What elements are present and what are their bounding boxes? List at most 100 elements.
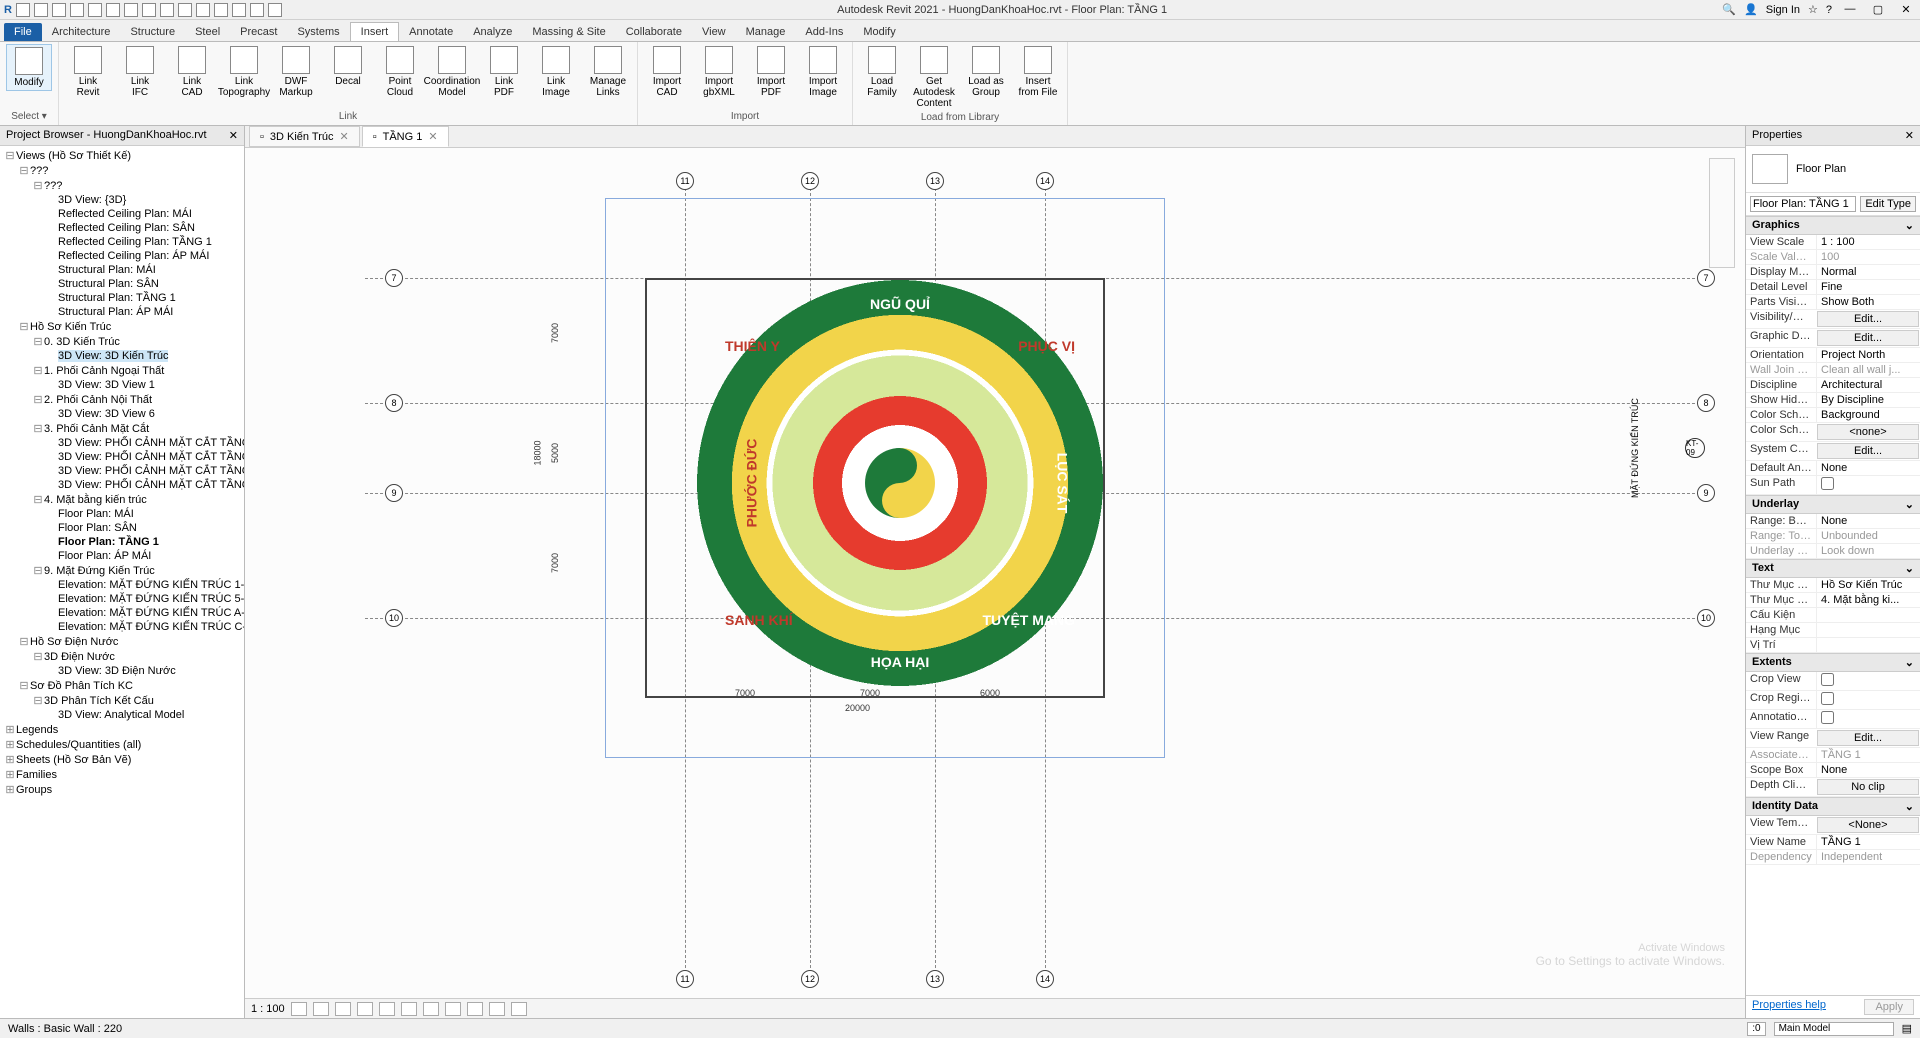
visual-style-icon[interactable]: [313, 1002, 329, 1016]
grid-bubble[interactable]: 11: [676, 970, 694, 988]
tree-node[interactable]: Floor Plan: ÁP MÁI: [0, 549, 244, 563]
close-icon[interactable]: ✕: [229, 129, 238, 142]
close-button[interactable]: ✕: [1896, 3, 1916, 17]
dimension-text[interactable]: 7000: [860, 688, 880, 698]
tree-twist-icon[interactable]: ⊟: [32, 179, 44, 192]
open-icon[interactable]: [16, 3, 30, 17]
ribbon-button-load-as-group[interactable]: Load asGroup: [963, 44, 1009, 100]
tree-node[interactable]: 3D View: PHỐI CẢNH MẶT CẮT TẦNG-: [0, 478, 244, 492]
tree-node[interactable]: ⊞Sheets (Hồ Sơ Bản Vẽ): [0, 752, 244, 767]
property-group-header[interactable]: Graphics⌄: [1746, 216, 1920, 235]
ribbon-button-coordination-model[interactable]: CoordinationModel: [429, 44, 475, 100]
shadows-icon[interactable]: [357, 1002, 373, 1016]
tree-node[interactable]: ⊟4. Mặt bằng kiến trúc: [0, 492, 244, 507]
property-value[interactable]: Hồ Sơ Kiến Trúc: [1816, 578, 1920, 592]
ribbon-tab-systems[interactable]: Systems: [287, 23, 349, 41]
dimension-text[interactable]: 7000: [550, 323, 560, 343]
tree-node[interactable]: ⊟Hồ Sơ Kiến Trúc: [0, 319, 244, 334]
property-edit-button[interactable]: <None>: [1817, 817, 1919, 833]
ribbon-tab-steel[interactable]: Steel: [185, 23, 230, 41]
grid-bubble[interactable]: 14: [1036, 172, 1054, 190]
view-scale-button[interactable]: 1 : 100: [251, 1003, 285, 1015]
ribbon-tab-file[interactable]: File: [4, 23, 42, 41]
instance-selector[interactable]: Floor Plan: TẦNG 1: [1750, 196, 1856, 212]
tree-node[interactable]: 3D View: 3D Điện Nước: [0, 664, 244, 678]
tree-twist-icon[interactable]: ⊟: [18, 679, 30, 692]
dimension-text[interactable]: 20000: [845, 703, 870, 713]
tree-twist-icon[interactable]: ⊟: [32, 493, 44, 506]
ribbon-tab-insert[interactable]: Insert: [350, 22, 400, 41]
design-options[interactable]: Main Model: [1774, 1022, 1894, 1036]
property-value[interactable]: [1816, 476, 1920, 494]
tree-twist-icon[interactable]: ⊟: [18, 320, 30, 333]
property-edit-button[interactable]: Edit...: [1817, 311, 1919, 327]
property-value[interactable]: Project North: [1816, 348, 1920, 362]
navigation-bar[interactable]: [1709, 158, 1735, 268]
thin-lines-icon[interactable]: [232, 3, 246, 17]
grid-bubble[interactable]: 8: [1697, 394, 1715, 412]
grid-bubble[interactable]: 11: [676, 172, 694, 190]
tree-node[interactable]: ⊟Hồ Sơ Điện Nước: [0, 634, 244, 649]
property-value[interactable]: By Discipline: [1816, 393, 1920, 407]
tree-node[interactable]: 3D View: PHỐI CẢNH MẶT CẮT TẦNG 3: [0, 464, 244, 478]
close-icon[interactable]: ✕: [1905, 129, 1914, 142]
ribbon-button-load-family[interactable]: LoadFamily: [859, 44, 905, 100]
tree-twist-icon[interactable]: ⊟: [32, 422, 44, 435]
dimension-text[interactable]: 18000: [533, 440, 543, 465]
text-icon[interactable]: [178, 3, 192, 17]
reveal-hidden-icon[interactable]: [489, 1002, 505, 1016]
tree-node[interactable]: ⊟???: [0, 163, 244, 178]
tree-node[interactable]: 3D View: PHỐI CẢNH MẶT CẮT TẦNG: [0, 436, 244, 450]
ribbon-button-decal[interactable]: Decal: [325, 44, 371, 89]
grid-bubble[interactable]: 9: [1697, 484, 1715, 502]
property-value[interactable]: Architectural: [1816, 378, 1920, 392]
property-value[interactable]: [1816, 691, 1920, 709]
ribbon-button-point-cloud[interactable]: PointCloud: [377, 44, 423, 100]
property-value[interactable]: TẦNG 1: [1816, 748, 1920, 762]
property-checkbox[interactable]: [1821, 711, 1834, 724]
dimension-text[interactable]: 7000: [550, 553, 560, 573]
property-value[interactable]: [1816, 623, 1920, 637]
tree-node[interactable]: Elevation: MẶT ĐỨNG KIẾN TRÚC 1-5: [0, 578, 244, 592]
ribbon-button-link-pdf[interactable]: LinkPDF: [481, 44, 527, 100]
ribbon-tab-collaborate[interactable]: Collaborate: [616, 23, 692, 41]
ribbon-tab-modify[interactable]: Modify: [853, 23, 905, 41]
dimension-text[interactable]: 5000: [550, 443, 560, 463]
tree-twist-icon[interactable]: ⊞: [4, 738, 16, 751]
ribbon-tab-view[interactable]: View: [692, 23, 736, 41]
view-tab[interactable]: ▫3D Kiến Trúc✕: [249, 126, 360, 147]
tree-node[interactable]: 3D View: Analytical Model: [0, 708, 244, 722]
tree-node[interactable]: Elevation: MẶT ĐỨNG KIẾN TRÚC 5-1: [0, 592, 244, 606]
grid-bubble[interactable]: 10: [385, 609, 403, 627]
tree-node[interactable]: 3D View: PHỐI CẢNH MẶT CẮT TẦNG 2: [0, 450, 244, 464]
apply-button[interactable]: Apply: [1864, 999, 1914, 1015]
tree-node[interactable]: ⊞Groups: [0, 782, 244, 797]
signin-link[interactable]: Sign In: [1766, 4, 1800, 16]
tree-node[interactable]: ⊟3. Phối Cảnh Mặt Cắt: [0, 421, 244, 436]
property-value[interactable]: None: [1816, 763, 1920, 777]
property-group-header[interactable]: Extents⌄: [1746, 653, 1920, 672]
tree-node[interactable]: ⊟2. Phối Cảnh Nội Thất: [0, 392, 244, 407]
property-value[interactable]: [1816, 672, 1920, 690]
elevation-marker[interactable]: KT-09: [1685, 438, 1705, 458]
property-value[interactable]: None: [1816, 514, 1920, 528]
property-value[interactable]: [1816, 608, 1920, 622]
ribbon-button-insert-from-file[interactable]: Insertfrom File: [1015, 44, 1061, 100]
ribbon-button-get-autodesk-content[interactable]: Get AutodeskContent: [911, 44, 957, 111]
tree-node[interactable]: ⊟0. 3D Kiến Trúc: [0, 334, 244, 349]
drawing-canvas[interactable]: 11 12 13 14 11 12 13 14 7 8 9 10 7 8 9 1…: [245, 148, 1745, 998]
tree-node[interactable]: Floor Plan: TẦNG 1: [0, 535, 244, 549]
property-value[interactable]: [1816, 638, 1920, 652]
rendering-icon[interactable]: [379, 1002, 395, 1016]
close-icon[interactable]: ✕: [340, 130, 349, 143]
default-3d-icon[interactable]: [196, 3, 210, 17]
property-group-header[interactable]: Underlay⌄: [1746, 495, 1920, 514]
property-checkbox[interactable]: [1821, 673, 1834, 686]
property-edit-button[interactable]: <none>: [1817, 424, 1919, 440]
property-value[interactable]: Unbounded: [1816, 529, 1920, 543]
selection-count[interactable]: :0: [1747, 1022, 1765, 1036]
property-value[interactable]: 100: [1816, 250, 1920, 264]
print-icon[interactable]: [106, 3, 120, 17]
property-value[interactable]: Independent: [1816, 850, 1920, 864]
ribbon-tab-architecture[interactable]: Architecture: [42, 23, 121, 41]
